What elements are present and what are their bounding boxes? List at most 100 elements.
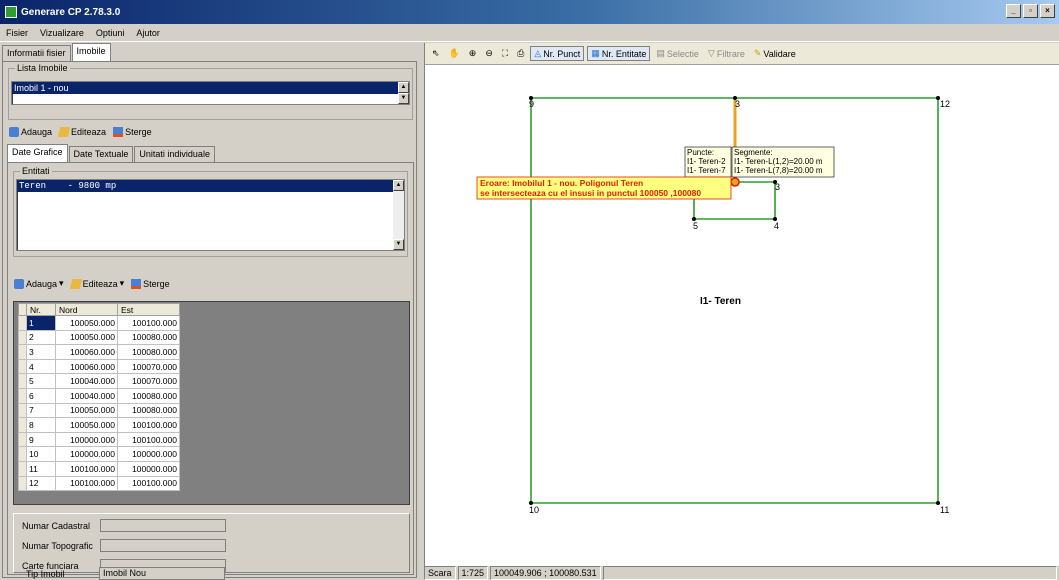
cell-est[interactable]: 100080.000 (117, 402, 180, 419)
cell-nr[interactable]: 4 (26, 358, 56, 375)
entitati-list[interactable]: Teren - 9800 mp ▲ ▼ (16, 179, 405, 251)
cell-est[interactable]: 100080.000 (117, 387, 180, 404)
adauga-entitate-button[interactable]: Adauga ▾ (12, 277, 66, 290)
cell-nr[interactable]: 3 (26, 344, 56, 360)
entitati-scrollbar[interactable]: ▲ ▼ (393, 180, 404, 250)
cell-nord[interactable]: 100100.000 (55, 475, 118, 492)
table-row[interactable]: 11 100100.000 100000.000 (18, 460, 180, 477)
cell-est[interactable]: 100000.000 (117, 446, 180, 462)
cell-nord[interactable]: 100100.000 (55, 460, 118, 477)
imobile-list[interactable]: Imobil 1 - nou ▲ ▼ (11, 81, 410, 105)
numar-cadastral-input[interactable] (100, 519, 226, 532)
tab-unitati-individuale[interactable]: Unitati individuale (134, 146, 215, 162)
cell-nord[interactable]: 100000.000 (55, 446, 118, 462)
cell-nr[interactable]: 6 (26, 387, 56, 404)
zoom-extent-button[interactable]: ⛶ (499, 47, 511, 60)
table-row[interactable]: 10 100000.000 100000.000 (18, 446, 180, 462)
cell-nord[interactable]: 100000.000 (55, 431, 118, 448)
menu-ajutor[interactable]: Ajutor (130, 28, 166, 38)
table-row[interactable]: 7 100050.000 100080.000 (18, 402, 180, 419)
adauga-imobil-button[interactable]: Adauga (7, 126, 54, 138)
row-selector[interactable] (18, 344, 27, 360)
row-selector[interactable] (18, 315, 27, 331)
cell-nord[interactable]: 100050.000 (55, 315, 118, 331)
sterge-imobil-button[interactable]: Sterge (111, 126, 154, 138)
numar-topografic-input[interactable] (100, 539, 226, 552)
cell-est[interactable]: 100070.000 (117, 373, 180, 389)
cell-est[interactable]: 100100.000 (117, 315, 180, 331)
cell-nr[interactable]: 2 (26, 329, 56, 346)
tab-imobile[interactable]: Imobile (71, 43, 111, 61)
zoom-out-button[interactable]: ⊖ (482, 47, 496, 60)
row-selector[interactable] (18, 387, 27, 404)
map-canvas[interactable]: 9 3 12 3 5 4 10 11 I1- Teren Puncte: I1-… (425, 65, 1059, 566)
menu-fisier[interactable]: Fisier (0, 28, 34, 38)
menu-vizualizare[interactable]: Vizualizare (34, 28, 90, 38)
cell-nord[interactable]: 100050.000 (55, 329, 118, 346)
print-button[interactable]: ⎙ (514, 47, 527, 60)
tab-informatii-fisier[interactable]: Informatii fisier (2, 45, 71, 61)
table-row[interactable]: 3 100060.000 100080.000 (18, 344, 180, 360)
entitati-list-item[interactable]: Teren - 9800 mp (17, 180, 404, 192)
minimize-button[interactable]: _ (1006, 4, 1021, 18)
table-row[interactable]: 2 100050.000 100080.000 (18, 329, 180, 346)
editeaza-entitate-button[interactable]: Editeaza ▾ (69, 277, 127, 290)
zoom-in-button[interactable]: ⊕ (466, 47, 480, 60)
maximize-button[interactable]: ▫ (1023, 4, 1038, 18)
cell-nr[interactable]: 9 (26, 431, 56, 448)
cell-nord[interactable]: 100060.000 (55, 344, 118, 360)
menu-optiuni[interactable]: Optiuni (90, 28, 131, 38)
row-selector[interactable] (18, 431, 27, 448)
cell-nr[interactable]: 10 (26, 446, 56, 462)
cell-nr[interactable]: 1 (26, 315, 56, 331)
row-selector[interactable] (18, 329, 27, 346)
row-selector[interactable] (18, 358, 27, 375)
row-selector[interactable] (18, 460, 27, 477)
cell-nord[interactable]: 100040.000 (55, 387, 118, 404)
editeaza-imobil-button[interactable]: Editeaza (57, 126, 108, 138)
validare-button[interactable]: ✎ Validare (751, 47, 799, 60)
cell-est[interactable]: 100080.000 (117, 329, 180, 346)
table-row[interactable]: 5 100040.000 100070.000 (18, 373, 180, 389)
cell-nr[interactable]: 8 (26, 417, 56, 433)
row-selector[interactable] (18, 446, 27, 462)
cell-nord[interactable]: 100050.000 (55, 402, 118, 419)
cell-nr[interactable]: 5 (26, 373, 56, 389)
cell-nr[interactable]: 12 (26, 475, 56, 492)
cell-est[interactable]: 100000.000 (117, 460, 180, 477)
imobile-scrollbar[interactable]: ▲ ▼ (398, 82, 409, 104)
select-pointer-button[interactable]: ⇖ (429, 47, 443, 60)
cell-nord[interactable]: 100050.000 (55, 417, 118, 433)
row-selector[interactable] (18, 475, 27, 492)
table-row[interactable]: 9 100000.000 100100.000 (18, 431, 180, 448)
pan-button[interactable]: ✋ (446, 47, 463, 60)
tab-date-grafice[interactable]: Date Grafice (7, 144, 68, 162)
cell-nord[interactable]: 100060.000 (55, 358, 118, 375)
cell-nr[interactable]: 11 (26, 460, 56, 477)
close-button[interactable]: × (1040, 4, 1055, 18)
filtrare-button[interactable]: ▽ Filtrare (705, 47, 748, 60)
tip-imobil-input[interactable]: Imobil Nou (99, 567, 225, 580)
row-selector[interactable] (18, 373, 27, 389)
cell-nr[interactable]: 7 (26, 402, 56, 419)
tab-date-textuale[interactable]: Date Textuale (68, 146, 134, 162)
sterge-entitate-button[interactable]: Sterge (129, 278, 172, 290)
table-row[interactable]: 1 100050.000 100100.000 (18, 315, 180, 331)
table-row[interactable]: 6 100040.000 100080.000 (18, 387, 180, 404)
table-row[interactable]: 4 100060.000 100070.000 (18, 358, 180, 375)
cell-est[interactable]: 100100.000 (117, 431, 180, 448)
cell-est[interactable]: 100100.000 (117, 475, 180, 492)
selectie-button[interactable]: ▤ Selectie (653, 47, 702, 60)
row-selector[interactable] (18, 402, 27, 419)
nr-punct-button[interactable]: ◬ Nr. Punct (530, 46, 585, 61)
cell-est[interactable]: 100070.000 (117, 358, 180, 375)
table-row[interactable]: 12 100100.000 100100.000 (18, 475, 180, 492)
table-row[interactable]: 8 100050.000 100100.000 (18, 417, 180, 433)
cell-nord[interactable]: 100040.000 (55, 373, 118, 389)
intersection-point[interactable] (730, 177, 740, 187)
cell-est[interactable]: 100100.000 (117, 417, 180, 433)
cell-est[interactable]: 100080.000 (117, 344, 180, 360)
row-selector[interactable] (18, 417, 27, 433)
imobile-list-item[interactable]: Imobil 1 - nou (12, 82, 409, 94)
nr-entitate-button[interactable]: ▦ Nr. Entitate (587, 46, 651, 61)
